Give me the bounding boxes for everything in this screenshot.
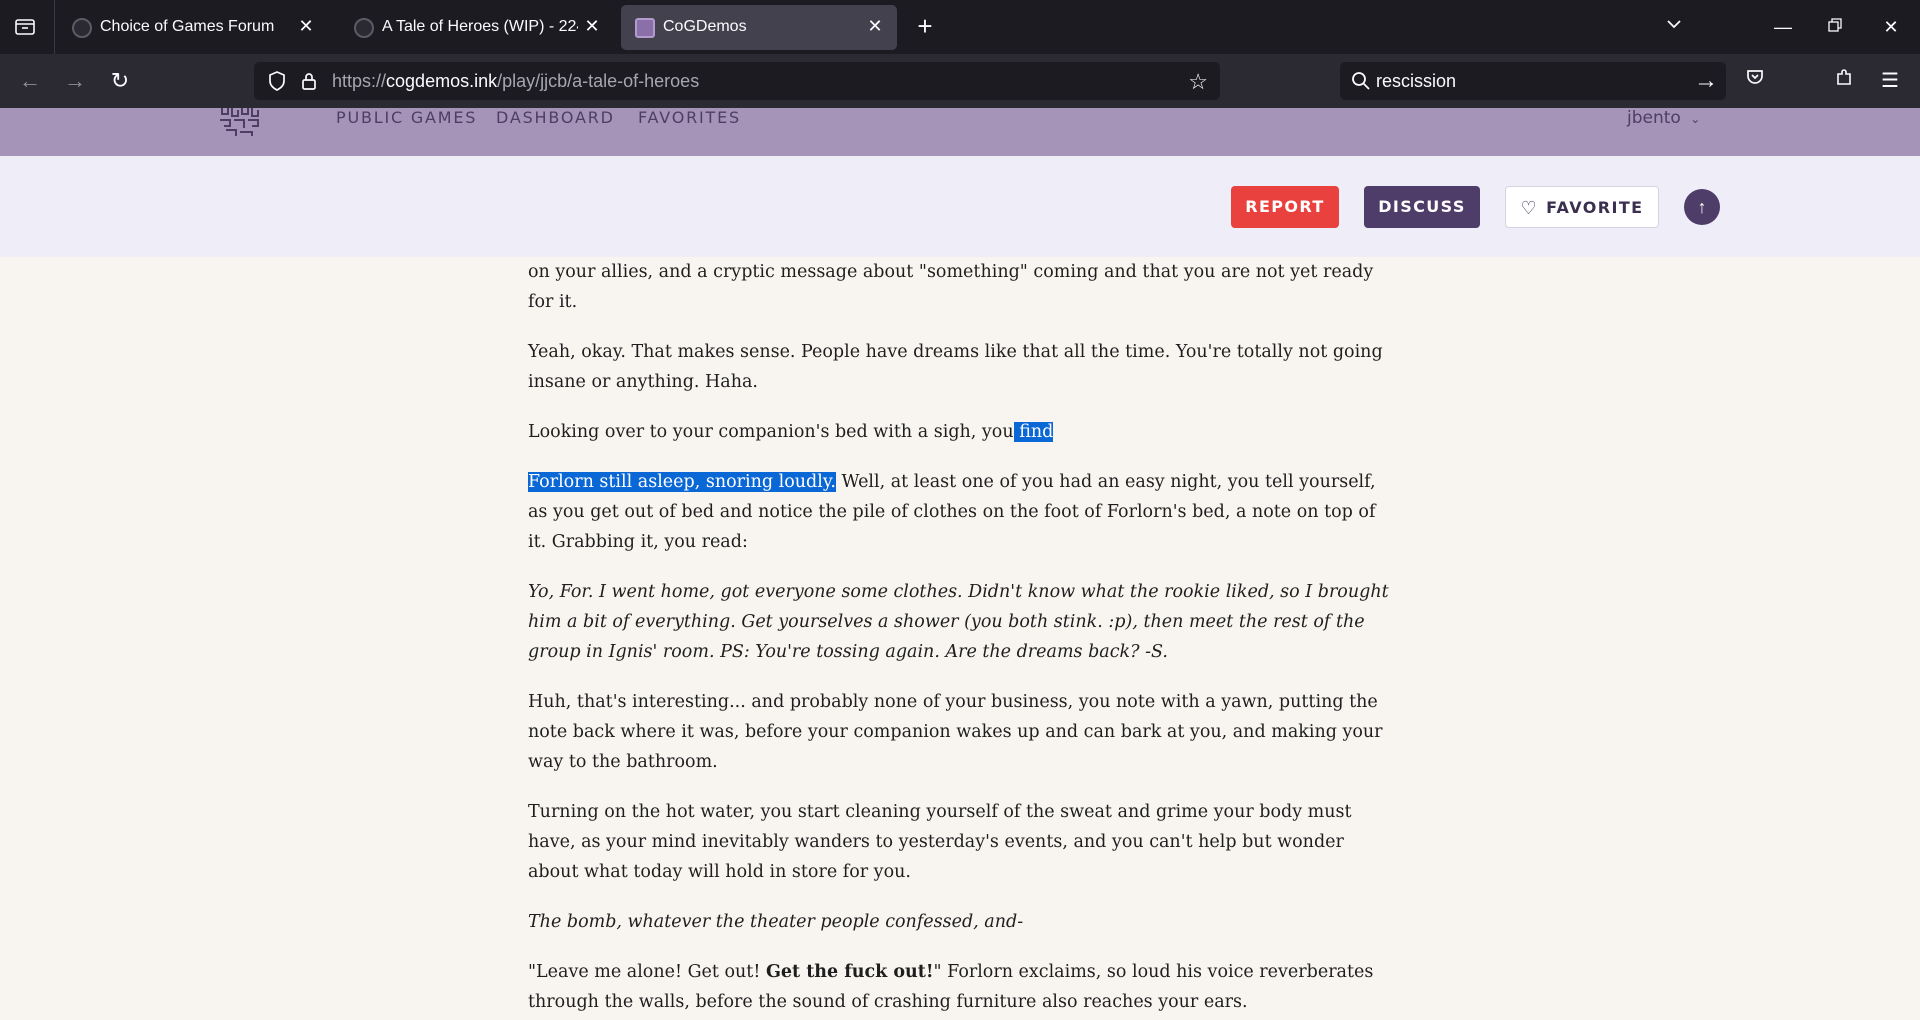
address-bar[interactable]: https://cogdemos.ink/play/jjcb/a-tale-of… [254,62,1220,100]
new-tab-icon[interactable]: + [912,13,938,40]
story-paragraph: Huh, that's interesting... and probably … [528,692,1383,772]
close-window-icon[interactable]: ✕ [1878,14,1904,40]
story-note: Yo, For. I went home, got everyone some … [528,577,1398,667]
nav-favorites[interactable]: FAVORITES [638,108,741,127]
restore-icon[interactable] [1822,14,1848,40]
heart-icon: ♡ [1520,198,1539,219]
story-paragraph: Looking over to your companion's bed wit… [528,417,1398,447]
back-icon[interactable]: ← [15,66,45,96]
url-domain: cogdemos.ink [386,71,498,91]
url-path: /play/jjcb/a-tale-of-heroes [497,71,700,91]
site-header: PUBLIC GAMES DASHBOARD FAVORITES jbento … [0,108,1920,156]
minimize-icon[interactable]: — [1770,14,1796,40]
story-paragraph: Turning on the hot water, you start clea… [528,802,1352,882]
username: jbento [1627,108,1681,128]
tab-a-tale-of-heroes[interactable]: A Tale of Heroes (WIP) - 224k w ✕ [340,5,608,50]
story-text-span: Looking over to your companion's bed wit… [528,422,1014,442]
forum-favicon-icon [354,18,374,38]
search-go-arrow-icon[interactable]: → [1694,67,1718,95]
discuss-button[interactable]: DISCUSS [1364,186,1480,228]
story-paragraph: on your allies, and a cryptic message ab… [528,262,1374,312]
story-paragraph: Yeah, okay. That makes sense. People hav… [528,342,1383,392]
story-text: on your allies, and a cryptic message ab… [528,257,1398,1020]
navigation-toolbar: ← → ↻ https://cogdemos.ink/play/jjcb/a-t… [0,54,1920,144]
list-all-tabs-icon[interactable] [12,15,38,41]
scroll-to-top-icon[interactable]: ↑ [1684,189,1720,225]
lock-icon[interactable] [298,70,320,92]
story-paragraph: "Leave me alone! Get out! Get the fuck o… [528,957,1398,1017]
chevron-down-icon: ⌄ [1690,112,1701,126]
cogdemos-logo-icon[interactable] [218,108,260,138]
story-paragraph: Forlorn still asleep, snoring loudly. We… [528,467,1398,557]
tracking-protection-shield-icon[interactable] [266,70,288,92]
close-tab-icon[interactable]: ✕ [296,16,316,36]
story-italic-text: The bomb, whatever the theater people co… [528,912,1024,932]
story-italic-text: Yo, For. I went home, got everyone some … [528,582,1389,662]
search-bar[interactable]: → [1340,62,1726,100]
selected-text: Forlorn still asleep, snoring loudly. [528,472,836,492]
url-text[interactable]: https://cogdemos.ink/play/jjcb/a-tale-of… [332,71,699,92]
story-text-span: "Leave me alone! Get out! [528,962,766,982]
tab-choice-of-games-forum[interactable]: Choice of Games Forum ✕ [58,5,328,50]
nav-public-games[interactable]: PUBLIC GAMES [336,108,477,127]
tab-cogdemos[interactable]: CoGDemos ✕ [621,5,897,50]
reload-icon[interactable]: ↻ [105,66,135,96]
search-input[interactable] [1376,68,1676,94]
tab-title: A Tale of Heroes (WIP) - 224k w [382,18,578,35]
favorite-button[interactable]: ♡ FAVORITE [1505,186,1659,228]
game-action-bar: REPORT DISCUSS ♡ FAVORITE ↑ [0,156,1920,257]
pocket-icon[interactable] [1740,66,1770,96]
tab-strip: Choice of Games Forum ✕ A Tale of Heroes… [0,0,1920,54]
tab-separator [54,0,55,54]
close-tab-icon[interactable]: ✕ [865,16,885,36]
tab-title: CoGDemos [663,18,747,35]
hamburger-menu-icon[interactable]: ☰ [1875,66,1905,96]
user-menu[interactable]: jbento ⌄ [1627,108,1700,128]
story-thought: The bomb, whatever the theater people co… [528,907,1398,937]
bookmark-star-icon[interactable]: ☆ [1188,69,1208,95]
chevron-down-icon[interactable] [1661,14,1687,40]
cogdemos-favicon-icon [635,18,655,38]
close-tab-icon[interactable]: ✕ [582,16,602,36]
report-button[interactable]: REPORT [1231,186,1339,228]
forum-favicon-icon [72,18,92,38]
search-icon [1350,70,1372,92]
extensions-puzzle-icon[interactable] [1829,66,1859,96]
forward-icon[interactable]: → [60,66,90,96]
url-scheme: https:// [332,71,387,91]
favorite-label: FAVORITE [1546,198,1644,217]
tab-title: Choice of Games Forum [100,18,275,35]
nav-dashboard[interactable]: DASHBOARD [496,108,615,127]
selected-text: find [1013,422,1054,442]
story-bold-text: Get the fuck out! [765,962,934,982]
